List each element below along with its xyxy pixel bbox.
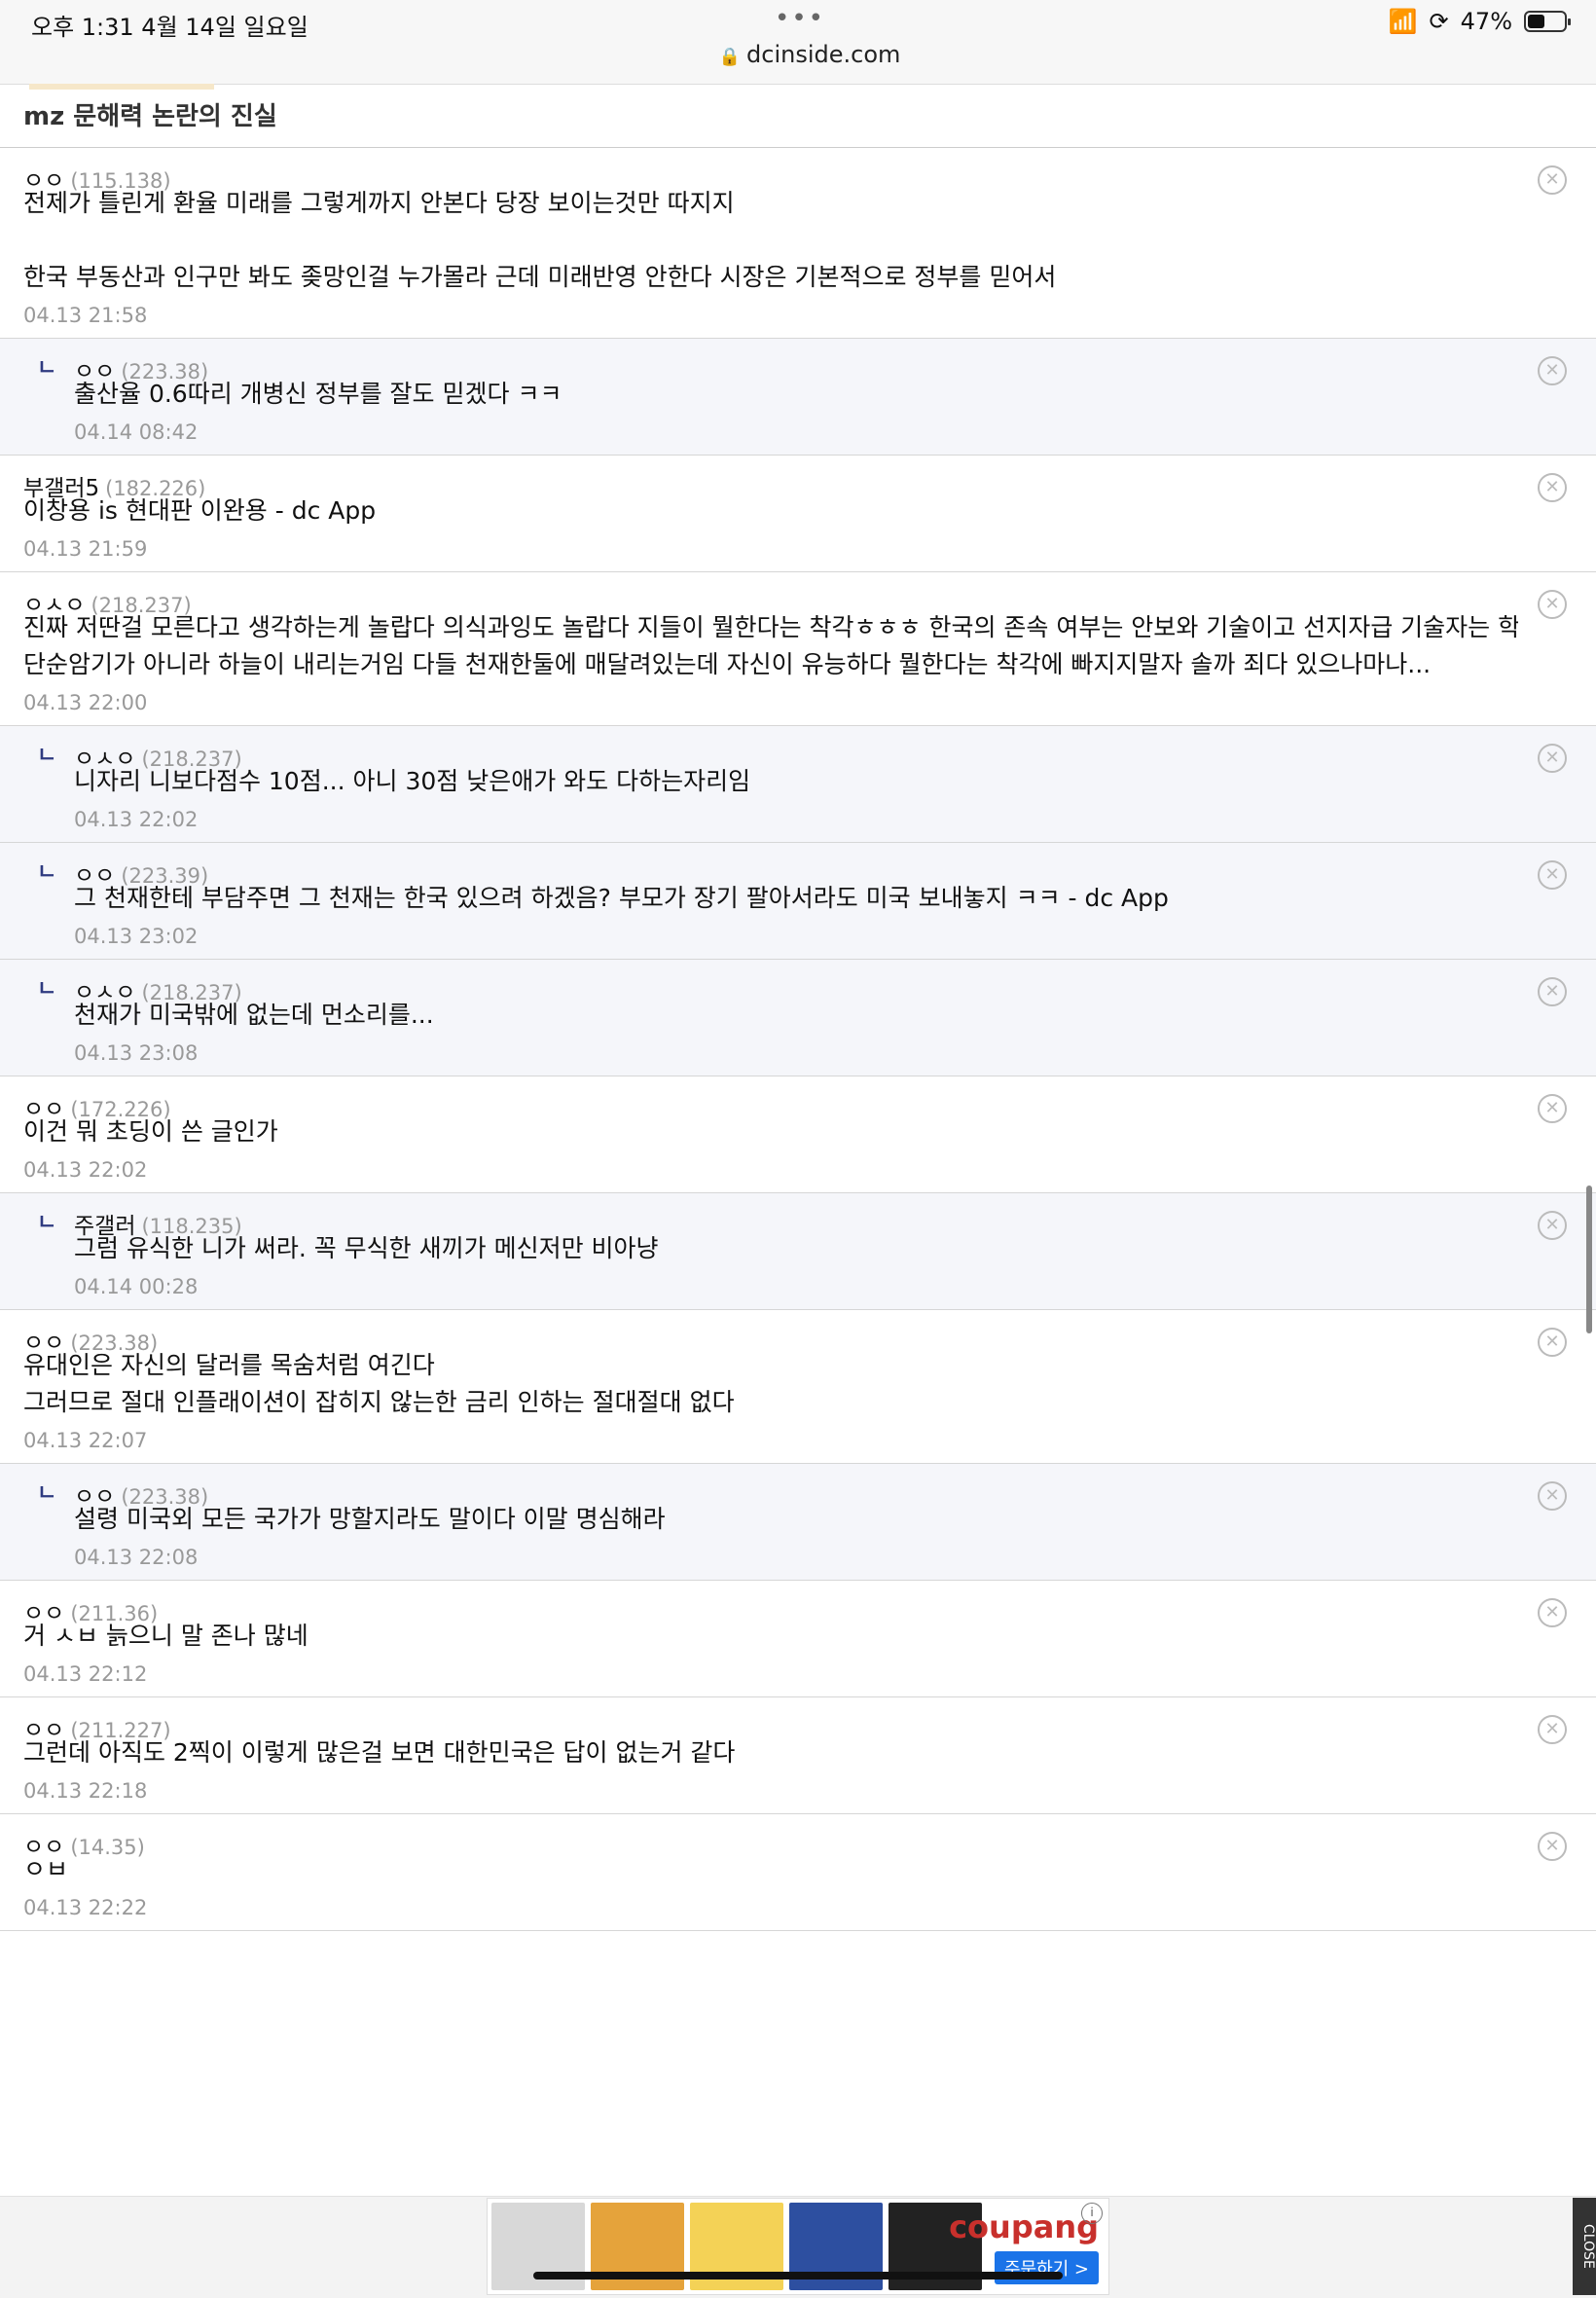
- comment-date: 04.13 21:58: [23, 304, 148, 327]
- reply-comment: ㄴㅇㅇ (223.38) 설령 미국외 모든 국가가 망할지라도 말이다 이말 명심…: [0, 1464, 1596, 1581]
- comment-text: 진짜 저딴걸 모른다고 생각하는게 놀랍다 의식과잉도 놀랍다 지들이 뭘한다는…: [23, 613, 1518, 641]
- post-title: mz 문해력 논란의 진실: [0, 90, 1596, 148]
- comment-date: 04.13 22:02: [74, 808, 199, 831]
- close-circle-icon[interactable]: ✕: [1538, 356, 1567, 385]
- reply-comment: ㄴ 주갤러 (118.235) 그럼 유식한 니가 써라. 꼭 무식한 새끼가 메신저…: [0, 1193, 1596, 1310]
- comment-date: 04.13 22:07: [23, 1429, 148, 1452]
- comment: 부갤러5 (182.226) 이창용 is 현대판 이완용 - dc App 04.1…: [0, 456, 1596, 572]
- ad-logo[interactable]: coupang: [949, 2208, 1099, 2245]
- info-icon[interactable]: i: [1081, 2203, 1103, 2224]
- close-circle-icon[interactable]: ✕: [1538, 744, 1567, 773]
- comment-text: 이건 뭐 초딩이 쓴 글인가: [23, 1117, 278, 1146]
- reply-comment: ㄴㅇㅇ (223.38) 출산율 0.6따리 개병신 정부를 잘도 믿겠다 ㅋㅋ 04…: [0, 339, 1596, 456]
- comment-date: 04.13 23:08: [74, 1041, 199, 1065]
- address-bar[interactable]: 🔒 dcinside.com: [0, 41, 1596, 68]
- reply-arrow-icon: ㄴ: [37, 744, 57, 768]
- reply-arrow-icon: ㄴ: [37, 1211, 57, 1235]
- comment-text: ㅇㅂ: [23, 1855, 69, 1883]
- close-circle-icon[interactable]: ✕: [1538, 590, 1567, 619]
- comment: ㅇㅇ (211.227) 그런데 아직도 2찍이 이렇게 많은걸 보면 대한민국은 …: [0, 1697, 1596, 1814]
- comment-date: 04.13 21:59: [23, 537, 148, 561]
- comment-date: 04.13 22:22: [23, 1896, 148, 1919]
- status-time: 오후 1:31 4월 14일 일요일: [31, 14, 308, 41]
- comment-text: 단순암기가 아니라 하늘이 내리는거임 다들 천재한둘에 매달려있는데 자신이 …: [23, 650, 1432, 678]
- comment-text: 그럼 유식한 니가 써라. 꼭 무식한 새끼가 메신저만 비아냥: [74, 1234, 659, 1262]
- reply-comment: ㄴㅇㅅㅇ (218.237) 천재가 미국밖에 없는데 먼소리를... 04.13 2…: [0, 960, 1596, 1076]
- status-bar: 오후 1:31 4월 14일 일요일 ••• 🔒 dcinside.com 📶 ⟳…: [0, 0, 1596, 85]
- battery-fill: [1528, 15, 1544, 28]
- scrollbar[interactable]: [1586, 1185, 1592, 1333]
- close-circle-icon[interactable]: ✕: [1538, 1211, 1567, 1240]
- comment: ㅇㅇ (172.226) 이건 뭐 초딩이 쓴 글인가 04.13 22:02 ✕: [0, 1076, 1596, 1193]
- close-circle-icon[interactable]: ✕: [1538, 1481, 1567, 1511]
- comment-text: 천재가 미국밖에 없는데 먼소리를...: [74, 1001, 434, 1029]
- lock-icon: 🔒: [718, 47, 742, 67]
- close-circle-icon[interactable]: ✕: [1538, 473, 1567, 502]
- ad-close-button[interactable]: CLOSE: [1573, 2198, 1596, 2295]
- reply-arrow-icon: ㄴ: [37, 1481, 57, 1506]
- battery-percent: 47%: [1460, 8, 1512, 35]
- comment-text: 설령 미국외 모든 국가가 망할지라도 말이다 이말 명심해라: [74, 1505, 666, 1533]
- reply-arrow-icon: ㄴ: [37, 977, 57, 1002]
- url-text: dcinside.com: [746, 41, 901, 68]
- comment: ㅇㅇ (14.35) ㅇㅂ 04.13 22:22 ✕: [0, 1814, 1596, 1931]
- comment-text: 니자리 니보다점수 10점... 아니 30점 낮은애가 와도 다하는자리임: [74, 767, 751, 795]
- comment-date: 04.13 22:08: [74, 1546, 199, 1569]
- reply-arrow-icon: ㄴ: [37, 356, 57, 381]
- comment-date: 04.13 22:18: [23, 1779, 148, 1803]
- comment-text: 그러므로 절대 인플래이션이 잡히지 않는한 금리 인하는 절대절대 없다: [23, 1388, 735, 1416]
- close-circle-icon[interactable]: ✕: [1538, 1832, 1567, 1861]
- comment-date: 04.14 00:28: [74, 1275, 199, 1298]
- comment-date: 04.14 08:42: [74, 420, 199, 444]
- ad-banner[interactable]: coupang 주문하기 > i: [487, 2198, 1109, 2295]
- comment-list: ㅇㅇ (115.138) 전제가 틀린게 환율 미래를 그렇게까지 안본다 당장 보…: [0, 148, 1596, 1931]
- close-circle-icon[interactable]: ✕: [1538, 1328, 1567, 1357]
- home-indicator: [533, 2272, 1063, 2280]
- comment-text: 출산율 0.6따리 개병신 정부를 잘도 믿겠다 ㅋㅋ: [74, 380, 562, 408]
- close-circle-icon[interactable]: ✕: [1538, 1598, 1567, 1627]
- comment: ㅇㅇ (211.36) 거 ㅅㅂ 늙으니 말 존나 많네 04.13 22:12 ✕: [0, 1581, 1596, 1697]
- comment-text: 유대인은 자신의 달러를 목숨처럼 여긴다: [23, 1351, 435, 1379]
- reply-comment: ㄴㅇㅅㅇ (218.237) 니자리 니보다점수 10점... 아니 30점 낮은애…: [0, 726, 1596, 843]
- comment-text: 이창용 is 현대판 이완용 - dc App: [23, 496, 377, 525]
- comment-text: 그 천재한테 부담주면 그 천재는 한국 있으려 하겠음? 부모가 장기 팔아서…: [74, 884, 1169, 912]
- comment: ㅇㅇ (115.138) 전제가 틀린게 환율 미래를 그렇게까지 안본다 당장 보…: [0, 148, 1596, 339]
- comment-date: 04.13 22:12: [23, 1662, 148, 1686]
- close-circle-icon[interactable]: ✕: [1538, 165, 1567, 195]
- comment-text: 그런데 아직도 2찍이 이렇게 많은걸 보면 대한민국은 답이 없는거 같다: [23, 1738, 736, 1767]
- rotation-lock-icon: ⟳: [1429, 8, 1449, 35]
- comment-text: 한국 부동산과 인구만 봐도 좆망인걸 누가몰라 근데 미래반영 안한다 시장은…: [23, 263, 1057, 291]
- wifi-icon: 📶: [1388, 8, 1418, 35]
- comment: ㅇㅇ (223.38) 유대인은 자신의 달러를 목숨처럼 여긴다 그러므로 절대 인…: [0, 1310, 1596, 1464]
- comment: ㅇㅅㅇ (218.237) 진짜 저딴걸 모른다고 생각하는게 놀랍다 의식과잉도 …: [0, 572, 1596, 726]
- comment-text: 거 ㅅㅂ 늙으니 말 존나 많네: [23, 1622, 308, 1650]
- status-indicators: 📶 ⟳ 47%: [1388, 8, 1571, 35]
- close-circle-icon[interactable]: ✕: [1538, 1715, 1567, 1744]
- battery-icon: [1524, 11, 1571, 32]
- comment-date: 04.13 23:02: [74, 925, 199, 948]
- comment-date: 04.13 22:00: [23, 691, 148, 714]
- close-circle-icon[interactable]: ✕: [1538, 1094, 1567, 1123]
- comment-text: 전제가 틀린게 환율 미래를 그렇게까지 안본다 당장 보이는것만 따지지: [23, 189, 735, 217]
- reply-comment: ㄴㅇㅇ (223.39) 그 천재한테 부담주면 그 천재는 한국 있으려 하겠음?…: [0, 843, 1596, 960]
- comment-date: 04.13 22:02: [23, 1158, 148, 1182]
- close-circle-icon[interactable]: ✕: [1538, 977, 1567, 1006]
- more-dots-icon[interactable]: •••: [775, 4, 825, 33]
- reply-arrow-icon: ㄴ: [37, 860, 57, 885]
- close-circle-icon[interactable]: ✕: [1538, 860, 1567, 890]
